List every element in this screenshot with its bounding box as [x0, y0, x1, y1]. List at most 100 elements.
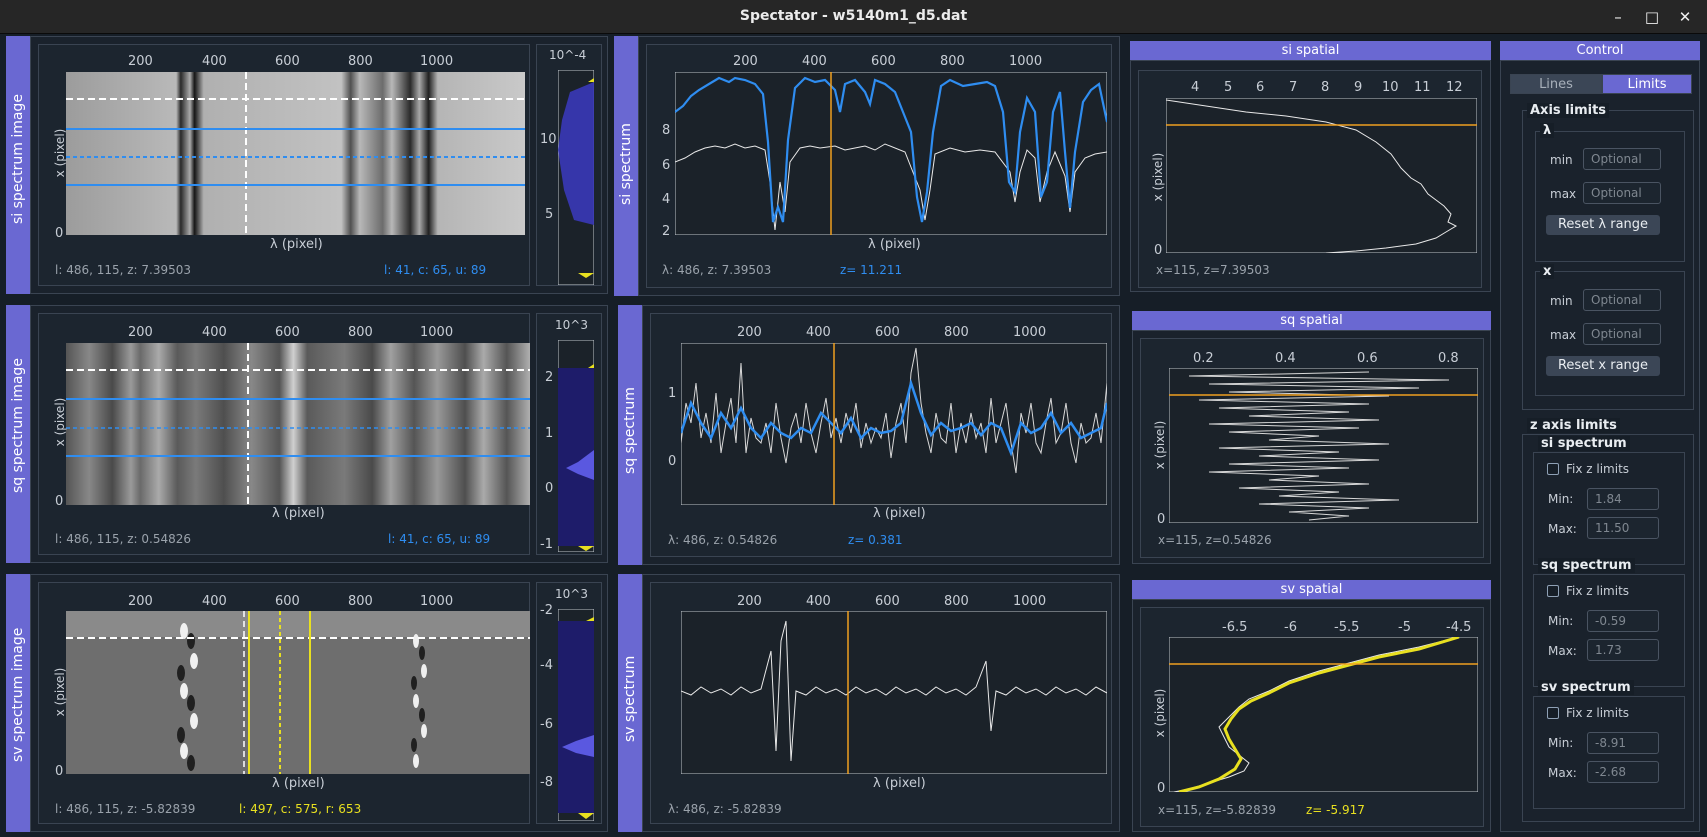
y-axis-label: x (pixel): [1151, 152, 1165, 202]
x-tick: 400: [202, 594, 227, 609]
image-status-left: l: 486, 115, z: 0.54826: [55, 532, 192, 546]
sv-max-label: Max:: [1548, 766, 1577, 780]
sq-image-canvas[interactable]: [66, 343, 530, 505]
close-icon[interactable]: ✕: [1673, 5, 1697, 29]
x-tick: 200: [733, 54, 758, 69]
x-tick: -5.5: [1334, 620, 1360, 635]
colorbar-tick: 10: [540, 132, 557, 147]
sq-max-label: Max:: [1548, 644, 1577, 658]
si-z-title: si spectrum: [1538, 436, 1630, 451]
x-tick: 1000: [420, 54, 454, 69]
si-image-canvas[interactable]: [66, 72, 525, 235]
x-tick: 0.8: [1438, 351, 1459, 366]
colorbar-tick: 2: [545, 370, 554, 385]
maximize-icon[interactable]: □: [1640, 5, 1664, 29]
sq-max-input[interactable]: 1.73: [1587, 639, 1659, 661]
sv-image-canvas[interactable]: [66, 611, 530, 774]
sv-min-input[interactable]: -8.91: [1587, 732, 1659, 754]
x-tick: 800: [944, 594, 969, 609]
y-tick: 0: [1157, 512, 1166, 527]
y-tick: 0: [55, 226, 64, 241]
sv-spatial-plot[interactable]: [1169, 637, 1478, 792]
spectrum-status-left: λ: 486, z: -5.82839: [668, 802, 782, 816]
sq-spatial-plot[interactable]: [1169, 368, 1478, 523]
sq-min-input[interactable]: -0.59: [1587, 610, 1659, 632]
x-tick: 8: [1321, 80, 1330, 95]
x-tick: 10: [1382, 80, 1399, 95]
x-axis-label: λ (pixel): [873, 506, 926, 521]
sv-spatial-header[interactable]: sv spatial: [1132, 580, 1491, 599]
lambda-min-input[interactable]: Optional: [1583, 148, 1661, 170]
si-colorbar[interactable]: [558, 70, 594, 285]
x-tick: 11: [1414, 80, 1431, 95]
si-fix-z-checkbox[interactable]: [1547, 463, 1559, 475]
x-max-label: max: [1550, 328, 1577, 342]
window-title: Spectator - w5140m1_d5.dat: [739, 8, 968, 24]
image-status-right: l: 41, c: 65, u: 89: [388, 532, 491, 546]
x-tick: 200: [737, 325, 762, 340]
sq-fix-z-label: Fix z limits: [1566, 584, 1630, 598]
y-axis-label: x (pixel): [1153, 420, 1167, 470]
x-axis-label: λ (pixel): [270, 237, 323, 252]
si-spatial-plot[interactable]: [1166, 98, 1477, 253]
reset-x-button[interactable]: Reset x range: [1546, 356, 1660, 376]
sq-spectrum-plot[interactable]: [681, 343, 1107, 505]
sv-fix-z-label: Fix z limits: [1566, 706, 1630, 720]
sq-colorbar[interactable]: [558, 340, 594, 552]
x-tick: -5: [1398, 620, 1411, 635]
sv-colorbar[interactable]: [558, 609, 594, 821]
si-fix-z-label: Fix z limits: [1566, 462, 1630, 476]
sv-spectrum-plot[interactable]: [681, 611, 1107, 774]
spatial-status-left: x=115, z=7.39503: [1156, 263, 1270, 277]
sv-min-label: Min:: [1548, 736, 1574, 750]
x-tick: 400: [806, 325, 831, 340]
x-tick: 600: [875, 594, 900, 609]
sq-spatial-header[interactable]: sq spatial: [1132, 311, 1491, 330]
sv-image-label: sv spectrum image: [10, 627, 26, 762]
sq-spectrum-label: sq spectrum: [622, 387, 638, 474]
spectrum-status-left: λ: 486, z: 0.54826: [668, 533, 778, 547]
lambda-min-label: min: [1550, 153, 1573, 167]
sq-fix-z-checkbox[interactable]: [1547, 585, 1559, 597]
sq-image-label: sq spectrum image: [10, 358, 26, 493]
y-axis-label: x (pixel): [53, 128, 67, 178]
sv-fix-z-checkbox[interactable]: [1547, 707, 1559, 719]
x-tick: 200: [737, 594, 762, 609]
x-min-input[interactable]: Optional: [1583, 289, 1661, 311]
y-tick: 0: [668, 454, 677, 469]
x-tick: 800: [940, 54, 965, 69]
minimize-icon[interactable]: –: [1606, 5, 1630, 29]
spectrum-status-right: z= 0.381: [848, 533, 903, 547]
y-tick: 2: [662, 224, 671, 239]
x-tick: 1000: [420, 594, 454, 609]
x-min-label: min: [1550, 294, 1573, 308]
si-image-label: si spectrum image: [10, 94, 26, 224]
si-max-label: Max:: [1548, 522, 1577, 536]
colorbar-tick: 1: [545, 426, 554, 441]
x-tick: 400: [806, 594, 831, 609]
sv-max-input[interactable]: -2.68: [1587, 761, 1659, 783]
lambda-max-label: max: [1550, 187, 1577, 201]
control-header[interactable]: Control: [1500, 41, 1700, 60]
x-max-input[interactable]: Optional: [1583, 323, 1661, 345]
si-min-input[interactable]: 1.84: [1587, 488, 1659, 510]
tab-lines[interactable]: Lines: [1510, 74, 1602, 94]
colorbar-tick: 0: [545, 481, 554, 496]
si-spatial-header[interactable]: si spatial: [1130, 41, 1491, 60]
image-status-right: l: 41, c: 65, u: 89: [384, 263, 487, 277]
x-limits-title: x: [1540, 264, 1555, 279]
x-tick: 0.4: [1275, 351, 1296, 366]
x-tick: 800: [348, 325, 373, 340]
lambda-max-input[interactable]: Optional: [1583, 182, 1661, 204]
si-spectrum-plot[interactable]: [675, 72, 1107, 235]
reset-lambda-button[interactable]: Reset λ range: [1546, 215, 1660, 235]
x-tick: 1000: [420, 325, 454, 340]
x-tick: 9: [1354, 80, 1363, 95]
x-axis-label: λ (pixel): [868, 237, 921, 252]
image-status-right: l: 497, c: 575, r: 653: [239, 802, 362, 816]
si-max-input[interactable]: 11.50: [1587, 517, 1659, 539]
tab-limits[interactable]: Limits: [1602, 74, 1692, 94]
x-tick: -4.5: [1446, 620, 1472, 635]
colorbar-tick: -4: [540, 658, 553, 673]
spectrum-status-right: z= 11.211: [840, 263, 903, 277]
